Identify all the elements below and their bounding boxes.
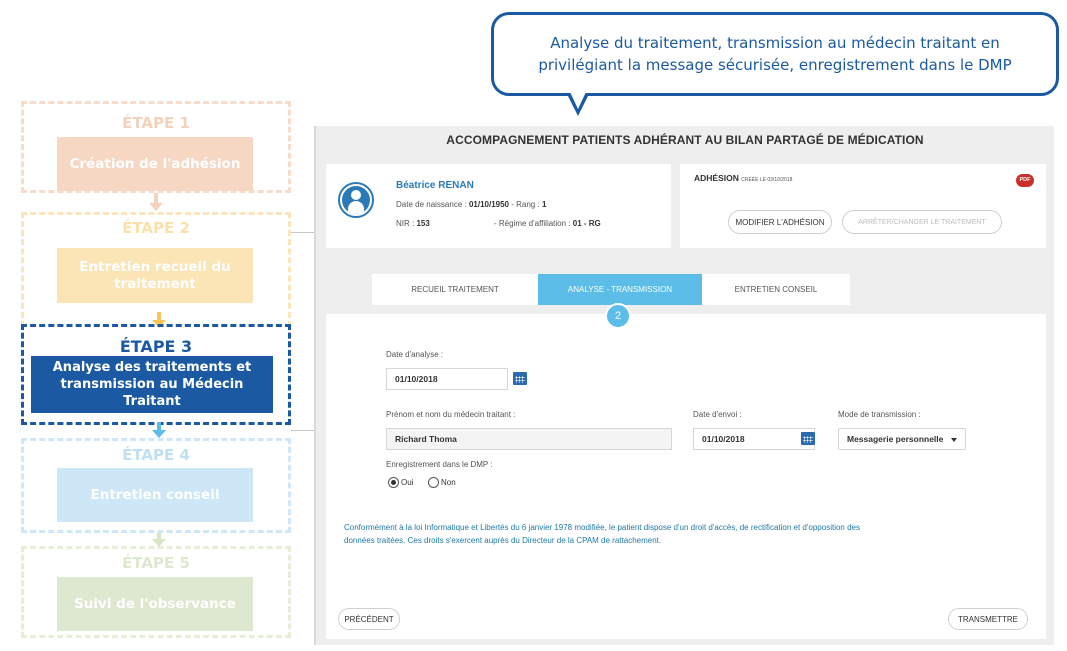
- adhesion-card: ADHÉSION CRÉÉE LE 03/10/2018 PDF MODIFIE…: [680, 164, 1046, 248]
- step-2: ÉTAPE 2 Entretien recueil du traitement: [21, 212, 291, 327]
- connector-line: [291, 232, 314, 233]
- legal-line-2: données traitées. Ces droits s'exercent …: [344, 536, 662, 545]
- arrow-down-icon: [157, 422, 161, 430]
- step-5-box: Suivi de l'observance: [57, 577, 253, 631]
- dmp-label: Enregistrement dans le DMP :: [386, 460, 493, 469]
- form-card: Date d'analyse : 01/10/2018 Prénom et no…: [326, 314, 1046, 639]
- adhesion-title: ADHÉSION CRÉÉE LE 03/10/2018: [694, 173, 792, 183]
- step-number-badge: 2: [605, 303, 631, 329]
- callout-line-1: Analyse du traitement, transmission au m…: [550, 34, 1000, 52]
- arrow-down-icon: [149, 203, 163, 211]
- calendar-icon[interactable]: [801, 432, 815, 445]
- arrow-down-icon: [152, 430, 166, 438]
- step-2-title: ÉTAPE 2: [122, 219, 190, 237]
- adhesion-created: CRÉÉE LE 03/10/2018: [741, 177, 793, 183]
- mode-label: Mode de transmission :: [838, 410, 921, 419]
- send-date-label: Date d'envoi :: [693, 410, 742, 419]
- adhesion-title-text: ADHÉSION: [694, 173, 739, 183]
- dmp-yes-label: Oui: [401, 478, 414, 487]
- patient-card: Béatrice RENAN Date de naissance : 01/10…: [326, 164, 671, 248]
- connector-line: [291, 430, 314, 431]
- regime-label: - Régime d'affiliation :: [494, 219, 571, 228]
- step-2-box: Entretien recueil du traitement: [57, 248, 253, 303]
- callout-line-2: privilégiant la message sécurisée, enreg…: [538, 56, 1012, 74]
- mode-select[interactable]: Messagerie personnelle: [838, 428, 966, 450]
- step-1-box: Création de l'adhésion: [57, 137, 253, 191]
- send-date-field[interactable]: 01/10/2018: [693, 428, 815, 450]
- modify-adhesion-button[interactable]: MODIFIER L'ADHÉSION: [728, 210, 832, 234]
- patient-name: Béatrice RENAN: [396, 180, 474, 191]
- nir-value: 153: [416, 219, 430, 228]
- step-1-title: ÉTAPE 1: [122, 114, 190, 132]
- previous-button[interactable]: PRÉCÉDENT: [338, 608, 400, 630]
- legal-notice: Conformément à la loi Informatique et Li…: [344, 521, 1034, 547]
- arrow-down-icon: [154, 193, 158, 203]
- callout-tail-inner: [570, 92, 586, 109]
- step-4: ÉTAPE 4 Entretien conseil: [21, 438, 291, 533]
- stop-treatment-button[interactable]: ARRÊTER/CHANGER LE TRAITEMENT: [842, 210, 1002, 234]
- tab-recueil[interactable]: RECUEIL TRAITEMENT: [372, 274, 538, 305]
- patient-nir-line: NIR : 153: [396, 219, 430, 228]
- step-3-title: ÉTAPE 3: [119, 337, 193, 356]
- transmit-button[interactable]: TRANSMETTRE: [948, 608, 1028, 630]
- rang-value: 1: [541, 200, 547, 209]
- patient-regime-line: - Régime d'affiliation : 01 - RG: [494, 219, 601, 228]
- dob-value: 01/10/1950: [468, 200, 509, 209]
- avatar-icon: [338, 182, 374, 218]
- nir-label: NIR :: [396, 219, 415, 228]
- legal-line-1: Conformément à la loi Informatique et Li…: [344, 523, 860, 532]
- step-5-title: ÉTAPE 5: [122, 554, 190, 572]
- analysis-date-label: Date d'analyse :: [386, 350, 444, 359]
- dmp-no-label: Non: [441, 478, 456, 487]
- mode-select-value: Messagerie personnelle: [847, 434, 944, 444]
- callout-bubble: Analyse du traitement, transmission au m…: [491, 12, 1059, 96]
- calendar-icon[interactable]: [513, 372, 527, 385]
- step-4-title: ÉTAPE 4: [122, 446, 190, 464]
- pdf-icon[interactable]: PDF: [1016, 174, 1034, 187]
- doctor-field[interactable]: Richard Thoma: [386, 428, 672, 450]
- patient-dob-line: Date de naissance : 01/10/1950 - Rang : …: [396, 200, 546, 209]
- step-3-box: Analyse des traitements et transmission …: [31, 356, 273, 413]
- tab-entretien-conseil[interactable]: ENTRETIEN CONSEIL: [702, 274, 850, 305]
- page-title: ACCOMPAGNEMENT PATIENTS ADHÉRANT AU BILA…: [446, 133, 924, 147]
- caret-down-icon: [951, 438, 957, 442]
- doctor-label: Prénom et nom du médecin traitant :: [386, 410, 516, 419]
- analysis-date-field[interactable]: 01/10/2018: [386, 368, 508, 390]
- step-4-box: Entretien conseil: [57, 468, 253, 522]
- rang-label: - Rang :: [511, 200, 540, 209]
- step-1: ÉTAPE 1 Création de l'adhésion: [21, 101, 291, 193]
- app-panel: ACCOMPAGNEMENT PATIENTS ADHÉRANT AU BILA…: [314, 126, 1054, 645]
- step-3: ÉTAPE 3 Analyse des traitements et trans…: [21, 324, 291, 425]
- dmp-no-radio[interactable]: [428, 477, 439, 488]
- tab-analyse-transmission[interactable]: ANALYSE - TRANSMISSION: [538, 274, 702, 305]
- step-5: ÉTAPE 5 Suivi de l'observance: [21, 546, 291, 638]
- dob-label: Date de naissance :: [396, 200, 467, 209]
- regime-value: 01 - RG: [572, 219, 601, 228]
- dmp-yes-radio[interactable]: [388, 477, 399, 488]
